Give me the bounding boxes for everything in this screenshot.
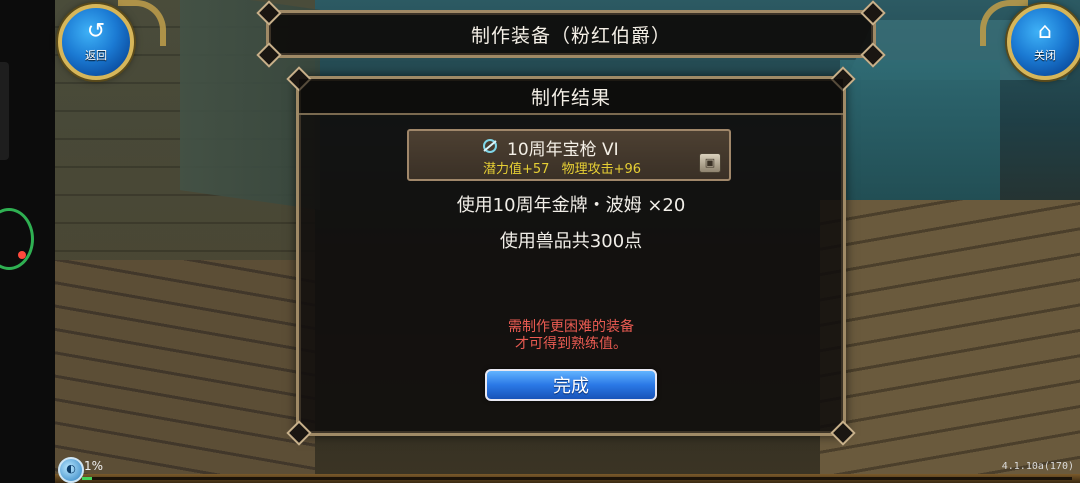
close-button[interactable]: ⌂ 关闭 [1007,4,1080,80]
result-item-card[interactable]: 10周年宝枪 VI 潜力值+57 物理攻击+96 ▣ [407,129,731,181]
side-handle[interactable] [0,62,9,160]
back-button[interactable]: ↺ 返回 [58,4,134,80]
back-arrow-icon: ↺ [86,19,106,44]
scene-floor-right [820,200,1080,483]
home-icon: ⌂ [1038,19,1052,44]
dialog-title-bar: 制作结果 [299,79,843,115]
chest-icon[interactable]: ▣ [699,153,721,173]
item-name: 10周年宝枪 VI [507,140,619,160]
item-stats: 潜力值+57 物理攻击+96 [483,158,649,177]
scene-floor-left [55,260,315,483]
left-system-bar [0,0,55,483]
cost-line-points: 使用兽品共300点 [499,231,643,252]
back-button-label: 返回 [85,49,107,62]
page-title: 制作装备（粉红伯爵） [470,24,671,47]
performance-gauge-icon [0,208,34,270]
page-title-bar: 制作装备（粉红伯爵） [256,0,886,68]
exp-bar-fill [82,477,92,480]
recording-dot-icon [18,251,26,259]
notice-line: 需制作更困难的装备 [508,319,634,335]
version-label: 4.1.10a(170) [1001,461,1074,472]
item-stat-potential: 潜力值+57 [483,162,550,177]
dialog-title: 制作结果 [530,86,611,109]
cost-line-medal: 使用10周年金牌・波姆 ×20 [456,195,686,216]
notice-line: 才可得到熟练值。 [515,336,627,352]
weapon-icon [481,138,499,154]
item-stat-attack: 物理攻击+96 [561,162,642,177]
exp-bar-track [82,477,1072,480]
craft-result-dialog: 制作结果 10周年宝枪 VI 潜力值+57 物理攻击+96 ▣ 使用10周年金牌… [286,66,856,446]
done-button[interactable]: 完成 [485,369,657,401]
close-button-label: 关闭 [1034,49,1056,62]
exp-percent: 1% [84,459,104,473]
exp-orb-icon: ◐ [58,457,84,483]
